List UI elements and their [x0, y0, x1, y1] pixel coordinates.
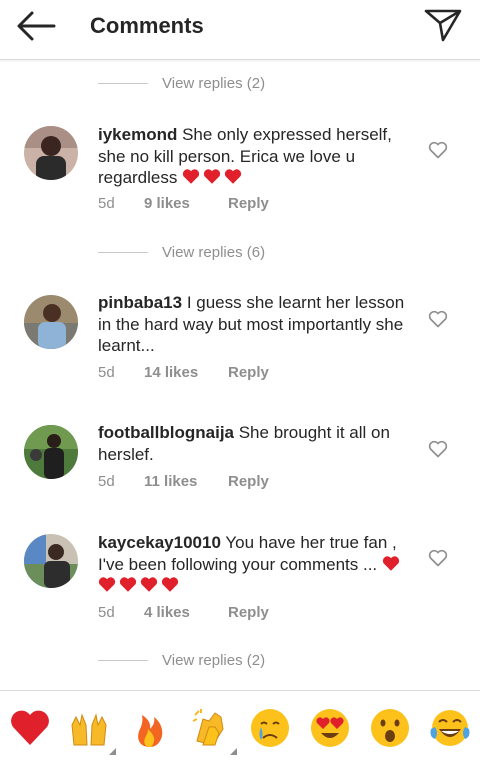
like-heart-icon[interactable]	[428, 440, 448, 458]
direct-message-icon[interactable]	[423, 6, 463, 44]
view-replies-link[interactable]: View replies (2)	[98, 650, 265, 670]
view-replies-label: View replies (6)	[162, 243, 266, 261]
avatar[interactable]	[24, 534, 78, 588]
page-title: Comments	[90, 13, 204, 38]
view-replies-label: View replies (2)	[162, 651, 266, 669]
red-heart-icon[interactable]	[9, 707, 51, 749]
like-heart-icon[interactable]	[428, 549, 448, 567]
comment-time: 5d	[98, 473, 115, 490]
like-heart-icon[interactable]	[428, 141, 448, 159]
crying-face-icon[interactable]	[249, 707, 291, 749]
view-replies-link[interactable]: View replies (2)	[98, 73, 265, 93]
comment-username[interactable]: iykemond	[98, 125, 177, 144]
comment-likes[interactable]: 14 likes	[144, 364, 228, 384]
avatar[interactable]	[24, 425, 78, 479]
tears-of-joy-face-icon[interactable]	[429, 707, 471, 749]
red-heart-emoji-icon	[183, 169, 200, 184]
reply-button[interactable]: Reply	[228, 473, 269, 493]
comment-meta: 5d 4 likes Reply	[98, 604, 269, 624]
reply-button[interactable]: Reply	[228, 364, 269, 384]
red-heart-emoji-icon	[225, 169, 242, 184]
comment-meta: 5d 14 likes Reply	[98, 364, 269, 384]
avatar[interactable]	[24, 295, 78, 349]
variant-indicator	[109, 748, 116, 755]
heart-eyes-face-icon[interactable]	[309, 707, 351, 749]
replies-divider	[98, 659, 148, 661]
view-replies-link[interactable]: View replies (6)	[98, 242, 265, 262]
view-replies-label: View replies (2)	[162, 74, 266, 92]
comment-username[interactable]: kaycekay10010	[98, 533, 221, 552]
back-arrow-icon[interactable]	[16, 10, 56, 42]
comment-meta: 5d 9 likes Reply	[98, 195, 269, 215]
comment-meta: 5d 11 likes Reply	[98, 473, 269, 493]
reply-button[interactable]: Reply	[228, 195, 269, 215]
comment-username[interactable]: footballblognaija	[98, 423, 234, 442]
comment-time: 5d	[98, 364, 115, 381]
comment-text: footballblognaija She brought it all on …	[98, 422, 418, 465]
replies-divider	[98, 82, 148, 84]
reply-button[interactable]: Reply	[228, 604, 269, 624]
comment-text: iykemond She only expressed herself, she…	[98, 124, 418, 189]
raised-hands-icon[interactable]	[68, 707, 116, 755]
emoji-quick-bar	[0, 690, 480, 763]
red-heart-emoji-icon	[98, 577, 116, 592]
comment-time: 5d	[98, 604, 115, 621]
like-heart-icon[interactable]	[428, 310, 448, 328]
avatar[interactable]	[24, 126, 78, 180]
comment-likes[interactable]: 11 likes	[144, 473, 228, 493]
red-heart-emoji-icon	[119, 577, 137, 592]
comment-time: 5d	[98, 195, 115, 212]
comment-likes[interactable]: 9 likes	[144, 195, 228, 215]
comment-username[interactable]: pinbaba13	[98, 293, 182, 312]
red-heart-emoji-icon	[140, 577, 158, 592]
heart-emoji-row	[182, 168, 245, 187]
comment-text: kaycekay10010 You have her true fan , I'…	[98, 532, 418, 597]
fire-icon[interactable]	[129, 707, 171, 749]
astonished-face-icon[interactable]	[369, 707, 411, 749]
red-heart-emoji-icon	[382, 555, 399, 571]
red-heart-emoji-icon	[161, 577, 179, 592]
header-bar: Comments	[0, 0, 480, 60]
clapping-hands-icon[interactable]	[189, 707, 237, 755]
comment-text: pinbaba13 I guess she learnt her lesson …	[98, 292, 418, 357]
variant-indicator	[230, 748, 237, 755]
replies-divider	[98, 251, 148, 253]
comment-likes[interactable]: 4 likes	[144, 604, 228, 624]
red-heart-emoji-icon	[204, 169, 221, 184]
